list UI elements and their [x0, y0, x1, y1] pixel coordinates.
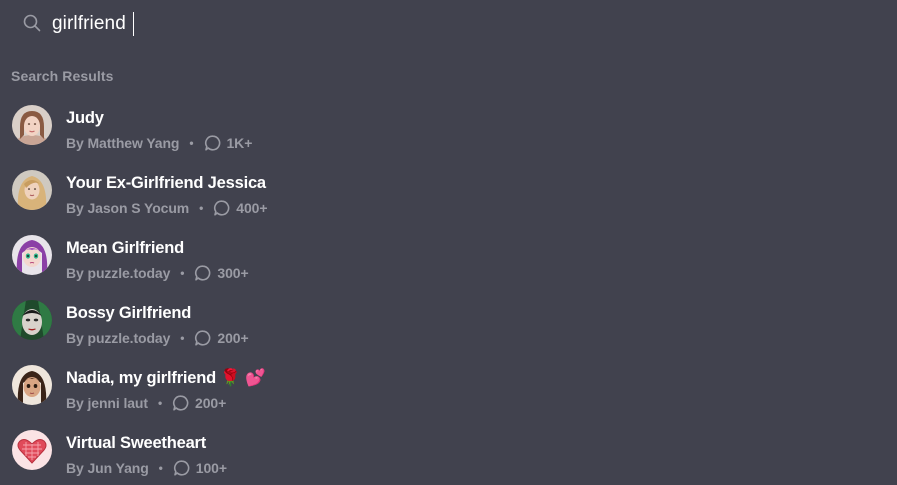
result-item[interactable]: Nadia, my girlfriend 🌹 💕 By jenni laut •… [0, 355, 897, 420]
separator-dot: • [180, 331, 185, 345]
result-author: By Jason S Yocum [66, 200, 190, 216]
result-item[interactable]: Virtual Sweetheart By Jun Yang • 100+ [0, 420, 897, 485]
brunette-anime-avatar [12, 365, 52, 405]
chat-bubble-icon [173, 459, 191, 477]
results-list: Judy By Matthew Yang • 1K+ Your Ex-Girlf… [0, 95, 897, 485]
result-author: By Matthew Yang [66, 135, 180, 151]
result-title: Mean Girlfriend [66, 239, 185, 257]
result-meta: By Jun Yang • 100+ [66, 459, 227, 477]
chat-bubble-icon [194, 329, 212, 347]
green-face-avatar [12, 300, 52, 340]
search-panel: Search Results Judy By Matthew Yang • [0, 0, 897, 485]
result-count: 300+ [217, 265, 249, 281]
blonde-woman-avatar [12, 170, 52, 210]
result-item[interactable]: Mean Girlfriend By puzzle.today • 300+ [0, 225, 897, 290]
purple-hair-anime-avatar [12, 235, 52, 275]
chat-bubble-icon [213, 199, 231, 217]
heart-avatar [12, 430, 52, 470]
search-input[interactable] [52, 10, 652, 38]
section-title: Search Results [11, 68, 114, 84]
separator-dot: • [199, 201, 204, 215]
result-title: Your Ex-Girlfriend Jessica [66, 174, 266, 192]
result-title: Virtual Sweetheart [66, 434, 207, 452]
text-caret [133, 12, 134, 36]
result-meta: By Matthew Yang • 1K+ [66, 134, 252, 152]
result-item[interactable]: Judy By Matthew Yang • 1K+ [0, 95, 897, 160]
result-meta: By puzzle.today • 300+ [66, 264, 249, 282]
result-meta: By Jason S Yocum • 400+ [66, 199, 268, 217]
result-count: 200+ [217, 330, 249, 346]
result-meta: By jenni laut • 200+ [66, 394, 226, 412]
chat-bubble-icon [194, 264, 212, 282]
result-author: By jenni laut [66, 395, 148, 411]
separator-dot: • [180, 266, 185, 280]
result-title: Nadia, my girlfriend 🌹 💕 [66, 369, 266, 387]
result-count: 100+ [195, 460, 227, 476]
chat-bubble-icon [172, 394, 190, 412]
chat-bubble-icon [204, 134, 222, 152]
result-author: By Jun Yang [66, 460, 149, 476]
separator-dot: • [158, 461, 163, 475]
result-author: By puzzle.today [66, 330, 171, 346]
result-item[interactable]: Your Ex-Girlfriend Jessica By Jason S Yo… [0, 160, 897, 225]
search-icon [22, 13, 42, 33]
result-title: Judy [66, 109, 104, 127]
result-title: Bossy Girlfriend [66, 304, 192, 322]
search-bar[interactable] [0, 0, 897, 48]
result-author: By puzzle.today [66, 265, 171, 281]
result-item[interactable]: Bossy Girlfriend By puzzle.today • 200+ [0, 290, 897, 355]
result-count: 200+ [195, 395, 227, 411]
woman-portrait-avatar [12, 105, 52, 145]
result-meta: By puzzle.today • 200+ [66, 329, 249, 347]
separator-dot: • [157, 396, 163, 410]
result-count: 1K+ [226, 135, 253, 151]
result-count: 400+ [236, 200, 268, 216]
separator-dot: • [189, 136, 194, 150]
